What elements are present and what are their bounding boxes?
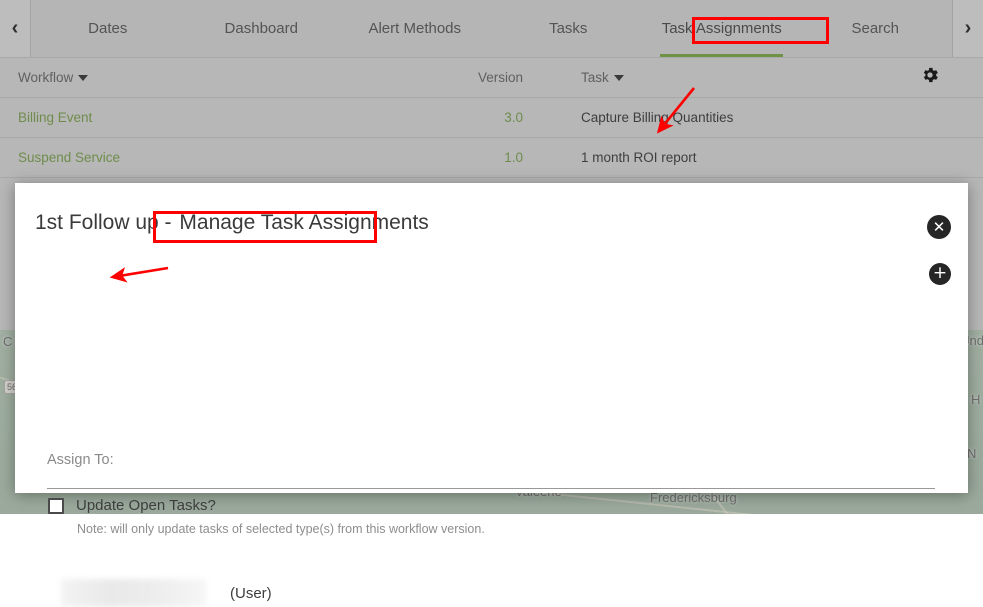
tab-alert-methods[interactable]: Alert Methods <box>338 0 492 57</box>
tab-dashboard[interactable]: Dashboard <box>185 0 339 57</box>
tab-search[interactable]: Search <box>799 0 953 57</box>
tab-list: Dates Dashboard Alert Methods Tasks Task… <box>31 0 952 57</box>
cell-workflow[interactable]: Billing Event <box>18 110 438 125</box>
table-row[interactable]: Billing Event 3.0 Capture Billing Quanti… <box>0 98 983 138</box>
caret-down-icon[interactable] <box>613 75 624 82</box>
update-open-tasks-label: Update Open Tasks? <box>76 497 216 514</box>
cell-version: 3.0 <box>504 110 523 125</box>
column-header-task-label: Task <box>581 70 609 85</box>
application-root: 56 Valeene Fredericksburg Jnd H N C ‹ Da… <box>0 0 983 607</box>
caret-down-icon[interactable] <box>78 75 89 82</box>
manage-task-assignments-dialog: 1st Follow up - Manage Task Assignments … <box>15 183 968 607</box>
tab-label: Task Assignments <box>661 20 782 37</box>
update-open-tasks-checkbox[interactable] <box>48 497 64 514</box>
gear-icon[interactable] <box>920 65 940 85</box>
tab-label: Dashboard <box>224 20 298 37</box>
assigned-user-type: (User) <box>230 584 272 602</box>
tab-label: Search <box>851 20 900 37</box>
tab-label: Tasks <box>549 20 588 37</box>
cell-task: 1 month ROI report <box>581 150 697 165</box>
dialog-title-prefix: 1st Follow up - <box>35 211 178 234</box>
column-header-workflow-label: Workflow <box>18 70 74 85</box>
update-open-tasks-note: Note: will only update tasks of selected… <box>77 522 485 536</box>
chevron-left-icon[interactable]: ‹ <box>0 0 31 57</box>
plus-circle-icon[interactable]: + <box>929 263 951 285</box>
cell-version: 1.0 <box>504 150 523 165</box>
table-header-row: Workflow Version Task <box>0 58 983 98</box>
table-row[interactable]: Suspend Service 1.0 1 month ROI report <box>0 138 983 178</box>
assign-to-label: Assign To: <box>47 452 114 468</box>
map-label-h: H <box>971 392 981 407</box>
column-header-version-label: Version <box>477 70 523 85</box>
tab-tasks[interactable]: Tasks <box>492 0 646 57</box>
close-icon[interactable]: ✕ <box>927 215 951 239</box>
assigned-user-name-redacted <box>61 579 206 607</box>
assigned-user-row: (User) <box>61 579 272 607</box>
dialog-title: 1st Follow up - Manage Task Assignments <box>35 211 431 235</box>
column-header-workflow[interactable]: Workflow <box>18 70 438 85</box>
map-label-n: N <box>967 446 977 461</box>
map-label-c: C <box>3 334 13 349</box>
dialog-title-highlighted: Manage Task Assignments <box>179 211 429 234</box>
tab-label: Dates <box>88 20 128 37</box>
tab-bar: ‹ Dates Dashboard Alert Methods Tasks Ta… <box>0 0 983 58</box>
table-settings-button[interactable] <box>895 65 965 90</box>
task-assignments-table: Workflow Version Task Billing Event 3.0 … <box>0 58 983 178</box>
update-open-tasks-row[interactable]: Update Open Tasks? <box>48 497 216 514</box>
column-header-version[interactable]: Version <box>438 70 523 85</box>
column-header-task[interactable]: Task <box>523 70 895 85</box>
tab-label: Alert Methods <box>368 20 462 37</box>
assign-to-field[interactable]: Assign To: <box>47 451 935 489</box>
cell-task: Capture Billing Quantities <box>581 110 734 125</box>
tab-dates[interactable]: Dates <box>31 0 185 57</box>
chevron-right-icon[interactable]: › <box>952 0 983 57</box>
tab-task-assignments[interactable]: Task Assignments <box>645 0 799 57</box>
cell-workflow[interactable]: Suspend Service <box>18 150 438 165</box>
